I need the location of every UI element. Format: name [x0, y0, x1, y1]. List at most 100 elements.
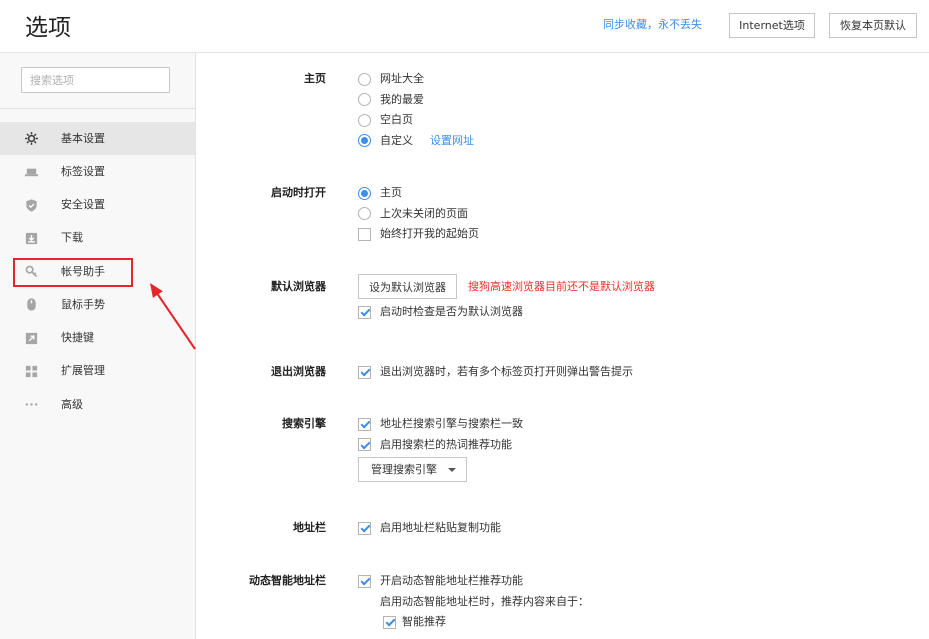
homepage-option[interactable]: 网址大全 — [358, 69, 878, 90]
sidebar-item-tab-settings[interactable]: 标签设置 — [0, 155, 195, 188]
shield-icon — [24, 198, 39, 213]
exit-browser-options: 退出浏览器时，若有多个标签页打开则弹出警告提示 — [358, 362, 878, 383]
check-default-on-startup-option[interactable]: 启动时检查是否为默认浏览器 — [358, 302, 878, 323]
sidebar-item-label: 下载 — [61, 231, 83, 245]
checkbox[interactable] — [358, 305, 371, 319]
options-header: 选项 同步收藏，永不丢失 Internet选项 恢复本页默认 — [0, 0, 929, 53]
set-url-link[interactable]: 设置网址 — [430, 133, 474, 149]
option-label: 地址栏搜索引擎与搜索栏一致 — [380, 417, 523, 431]
manage-search-engines-dropdown[interactable]: 管理搜索引擎 — [358, 457, 467, 482]
grid-icon — [24, 364, 39, 379]
option-label: 启用搜索栏的热词推荐功能 — [380, 437, 512, 451]
sidebar-item-account-assistant[interactable]: 帐号助手 — [0, 255, 195, 288]
sidebar-item-label: 扩展管理 — [61, 364, 105, 378]
address-bar-label: 地址栏 — [293, 521, 326, 534]
checkbox[interactable] — [383, 615, 396, 629]
option-label: 启动时检查是否为默认浏览器 — [380, 305, 523, 319]
search-engine-options: 地址栏搜索引擎与搜索栏一致 启用搜索栏的热词推荐功能 管理搜索引擎 — [358, 414, 878, 482]
sidebar-item-label: 帐号助手 — [61, 264, 105, 278]
checkbox[interactable] — [358, 438, 371, 452]
not-default-warning: 搜狗高速浏览器目前还不是默认浏览器 — [468, 279, 655, 293]
internet-options-button[interactable]: Internet选项 — [729, 13, 815, 38]
set-default-browser-button[interactable]: 设为默认浏览器 — [358, 274, 457, 299]
always-open-start-page-option[interactable]: 始终打开我的起始页 — [358, 224, 878, 245]
sidebar-item-security-settings[interactable]: 安全设置 — [0, 189, 195, 222]
option-label: 自定义 — [380, 133, 413, 147]
warn-multiple-tabs-option[interactable]: 退出浏览器时，若有多个标签页打开则弹出警告提示 — [358, 362, 878, 383]
option-label: 智能推荐 — [402, 615, 446, 629]
radio-button[interactable] — [358, 207, 371, 221]
homepage-option[interactable]: 我的最爱 — [358, 90, 878, 111]
option-label: 我的最爱 — [380, 92, 424, 106]
radio-button[interactable] — [358, 134, 371, 148]
option-label: 主页 — [380, 186, 402, 200]
sidebar-nav: 基本设置 标签设置 安全设置 下载 帐号助手 鼠标手势 快捷键 扩展管理 高级 — [0, 122, 195, 421]
chevron-down-icon — [448, 468, 456, 472]
sidebar-item-label: 标签设置 — [61, 164, 105, 178]
option-label: 空白页 — [380, 113, 413, 127]
radio-button[interactable] — [358, 93, 371, 107]
radio-button[interactable] — [358, 72, 371, 86]
option-label: 始终打开我的起始页 — [380, 227, 479, 241]
exit-browser-label: 退出浏览器 — [271, 365, 326, 378]
address-bar-options: 启用地址栏粘贴复制功能 — [358, 518, 878, 539]
homepage-options: 网址大全 我的最爱 空白页 自定义 设置网址 — [358, 69, 878, 151]
startup-option[interactable]: 上次未关闭的页面 — [358, 204, 878, 225]
smart-address-bar-options: 开启动态智能地址栏推荐功能 启用动态智能地址栏时，推荐内容来自于： 智能推荐 — [358, 571, 878, 633]
dropdown-label: 管理搜索引擎 — [371, 463, 437, 476]
sidebar-item-label: 基本设置 — [61, 131, 105, 145]
checkbox[interactable] — [358, 365, 371, 379]
tab-icon — [24, 164, 39, 179]
sidebar-item-label: 安全设置 — [61, 198, 105, 212]
option-label: 开启动态智能地址栏推荐功能 — [380, 574, 523, 588]
option-label: 网址大全 — [380, 72, 424, 86]
paste-copy-option[interactable]: 启用地址栏粘贴复制功能 — [358, 518, 878, 539]
search-options-input[interactable] — [21, 67, 170, 93]
startup-option[interactable]: 主页 — [358, 183, 878, 204]
smart-recommend-option[interactable]: 智能推荐 — [358, 612, 878, 633]
sync-favorites-link[interactable]: 同步收藏，永不丢失 — [603, 17, 702, 33]
option-label: 启用地址栏粘贴复制功能 — [380, 521, 501, 535]
startup-options: 主页 上次未关闭的页面 始终打开我的起始页 — [358, 183, 878, 245]
checkbox[interactable] — [358, 521, 371, 535]
homepage-option[interactable]: 自定义 设置网址 — [358, 131, 878, 152]
sidebar-item-advanced[interactable]: 高级 — [0, 388, 195, 421]
search-engine-label: 搜索引擎 — [282, 417, 326, 430]
sidebar: 基本设置 标签设置 安全设置 下载 帐号助手 — [0, 53, 196, 639]
download-icon — [24, 231, 39, 246]
radio-button[interactable] — [358, 113, 371, 127]
sidebar-item-label: 鼠标手势 — [61, 297, 105, 311]
checkbox[interactable] — [358, 227, 371, 241]
homepage-option[interactable]: 空白页 — [358, 110, 878, 131]
gear-icon — [24, 131, 39, 146]
smart-address-bar-label: 动态智能地址栏 — [249, 574, 326, 587]
default-browser-options: 设为默认浏览器 搜狗高速浏览器目前还不是默认浏览器 启动时检查是否为默认浏览器 — [358, 274, 878, 323]
option-label: 退出浏览器时，若有多个标签页打开则弹出警告提示 — [380, 365, 633, 379]
page-title: 选项 — [25, 15, 71, 41]
checkbox[interactable] — [358, 574, 371, 588]
enable-smart-address-bar-option[interactable]: 开启动态智能地址栏推荐功能 — [358, 571, 878, 592]
mouse-icon — [24, 297, 39, 312]
checkbox[interactable] — [358, 417, 371, 431]
sync-search-engine-option[interactable]: 地址栏搜索引擎与搜索栏一致 — [358, 414, 878, 435]
more-icon — [24, 397, 39, 412]
key-icon — [24, 264, 39, 279]
hot-words-option[interactable]: 启用搜索栏的热词推荐功能 — [358, 435, 878, 456]
recommend-source-note: 启用动态智能地址栏时，推荐内容来自于： — [358, 592, 878, 613]
sidebar-item-extensions[interactable]: 扩展管理 — [0, 355, 195, 388]
note-text: 启用动态智能地址栏时，推荐内容来自于： — [380, 594, 589, 608]
restore-defaults-button[interactable]: 恢复本页默认 — [829, 13, 917, 38]
sidebar-divider — [0, 108, 195, 109]
sidebar-item-basic-settings[interactable]: 基本设置 — [0, 122, 195, 156]
sidebar-item-downloads[interactable]: 下载 — [0, 222, 195, 255]
sidebar-item-mouse-gestures[interactable]: 鼠标手势 — [0, 288, 195, 321]
startup-label: 启动时打开 — [271, 186, 326, 199]
sidebar-item-label: 快捷键 — [61, 331, 94, 345]
homepage-label: 主页 — [304, 72, 326, 85]
radio-button[interactable] — [358, 186, 371, 200]
default-browser-label: 默认浏览器 — [271, 280, 326, 293]
sidebar-item-label: 高级 — [61, 397, 83, 411]
shortcut-icon — [24, 331, 39, 346]
sidebar-item-shortcuts[interactable]: 快捷键 — [0, 322, 195, 355]
default-browser-row: 设为默认浏览器 搜狗高速浏览器目前还不是默认浏览器 — [358, 274, 878, 299]
